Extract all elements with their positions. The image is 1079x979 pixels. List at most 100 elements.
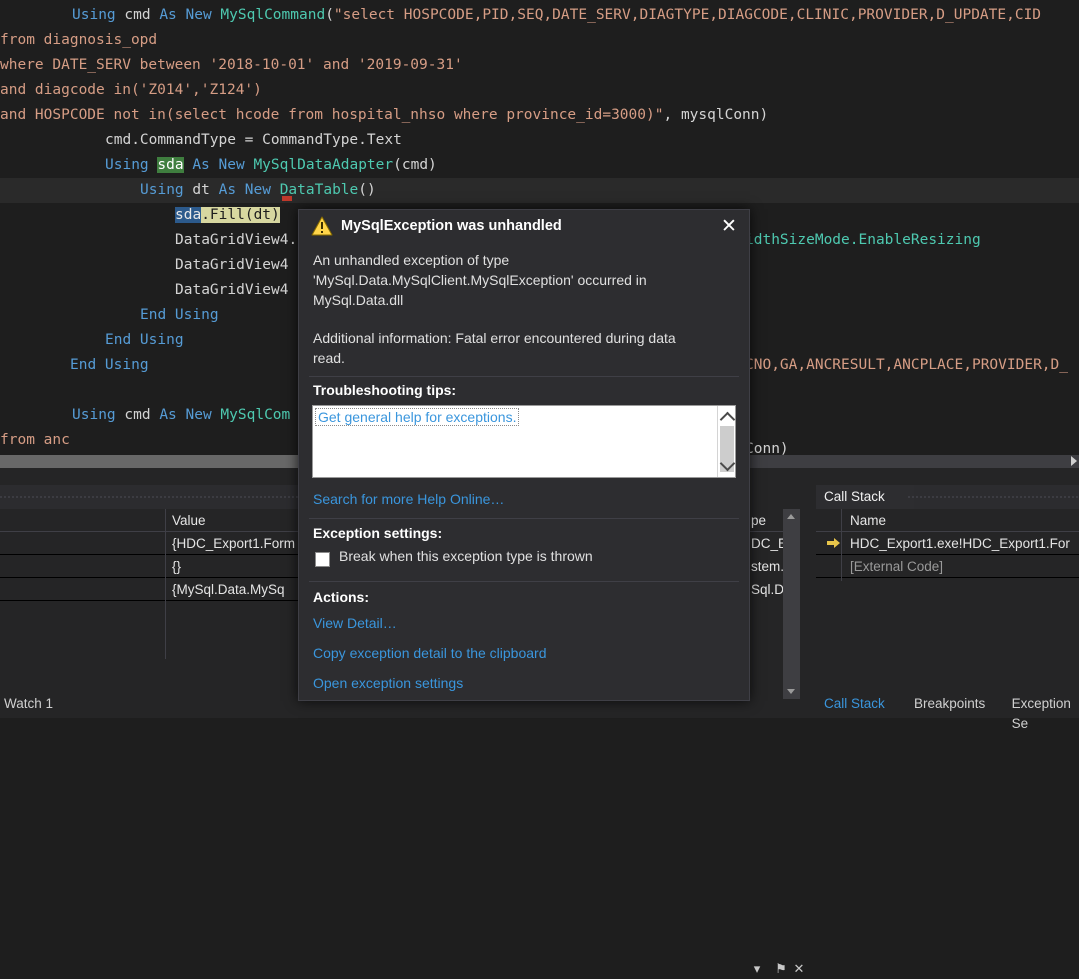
code-token: cmd [124,407,159,423]
code-token: "select HOSPCODE,PID,SEQ,DATE_SERV,DIAGT… [334,7,1041,23]
tab-watch-1[interactable]: Watch 1 [4,694,53,714]
exception-additional-line1: Additional information: Fatal error enco… [313,328,733,348]
code-token: ( [325,7,334,23]
watch-close-button[interactable]: ✕ [790,959,808,979]
callstack-grid[interactable]: Name HDC_Export1.exe!HDC_Export1.For[Ext… [816,509,1079,629]
code-token: where DATE_SERV between '2018-10-01' and… [0,57,463,73]
code-token: Using [140,182,192,198]
exception-settings-header: Exception settings: [313,525,442,541]
error-squiggle-icon [282,196,292,201]
code-token: and HOSPCODE not in(select hcode from ho… [0,107,663,123]
exception-dialog[interactable]: MySqlException was unhandled ✕ An unhand… [298,209,750,701]
code-token: and diagcode in('Z014','Z124') [0,82,262,98]
code-token: mysqlConn [681,107,760,123]
code-line: End Using [0,353,149,378]
code-line: Using sda As New MySqlDataAdapter(cmd) [0,153,437,178]
divider-above-settings [309,518,739,519]
exception-additional-line2: read. [313,348,733,368]
code-token: Using [105,157,157,173]
close-icon[interactable]: ✕ [717,214,741,238]
watch-row-type[interactable]: stem.D [745,555,783,578]
actions-header: Actions: [313,589,369,605]
callstack-col-divider[interactable] [841,509,842,581]
watch-col-name-header[interactable] [0,509,166,532]
callstack-caption: Call Stack [816,485,914,509]
break-on-exception-checkbox[interactable] [315,552,330,567]
watch-pin-button[interactable]: ⚑ [772,959,790,979]
callstack-row-name[interactable]: [External Code] [842,555,1079,578]
action-copy-exception-detail[interactable]: Copy exception detail to the clipboard [313,645,546,661]
code-token: () [358,182,375,198]
code-line: DataGridView4 [0,253,289,278]
code-token: End Using [70,357,149,373]
watch-row-value[interactable]: {HDC_Export1.Form [166,532,301,555]
code-token: (cmd) [393,157,437,173]
callstack-row-name[interactable]: HDC_Export1.exe!HDC_Export1.For [842,532,1079,555]
watch-dropdown-button[interactable]: ▾ [748,959,766,979]
exception-message-line2: 'MySql.Data.MySqlClient.MySqlException' … [313,270,733,290]
watch-row-name[interactable] [0,578,166,601]
watch-vertical-scrollbar[interactable] [783,509,800,699]
watch-row-name[interactable] [0,532,166,555]
callstack-caption-grip [908,485,1079,509]
code-line: Using cmd As New MySqlCommand("select HO… [0,3,1041,28]
tips-vertical-scrollbar[interactable] [717,406,735,477]
code-token: DataGridView4 [175,257,289,273]
action-view-detail[interactable]: View Detail… [313,615,397,631]
code-line: End Using [0,303,219,328]
watch-row-value[interactable]: {} [166,555,301,578]
search-help-online-link[interactable]: Search for more Help Online… [313,491,504,507]
chevron-up-icon[interactable] [787,514,795,519]
code-token: Using [72,7,124,23]
code-token: from diagnosis_opd [0,32,157,48]
watch-row-name[interactable] [0,555,166,578]
code-token: As New [159,407,220,423]
code-token: from anc [0,432,70,448]
chevron-right-icon[interactable] [1071,456,1077,466]
code-line: from diagnosis_opd [0,28,157,53]
troubleshooting-tips-header: Troubleshooting tips: [313,382,456,398]
tip-link-general-help[interactable]: Get general help for exceptions. [315,408,519,426]
chevron-up-icon[interactable] [720,412,736,428]
divider-above-tips [309,376,739,377]
code-token: , [663,107,680,123]
code-line: where DATE_SERV between '2018-10-01' and… [0,53,463,78]
watch-row-type[interactable]: DC_Exp [745,532,783,555]
code-token: Using [72,407,124,423]
code-token: As New [219,182,280,198]
code-line: End Using [0,328,184,353]
callstack-panel: Call Stack Name HDC_Export1.exe!HDC_Expo… [816,485,1079,718]
watch-col-divider[interactable] [165,509,166,659]
callstack-col-name-header[interactable]: Name [842,509,1079,532]
chevron-down-icon[interactable] [787,689,795,694]
troubleshooting-tips-listbox[interactable]: Get general help for exceptions. [312,405,736,478]
code-token: dt [192,182,218,198]
tab-call-stack[interactable]: Call Stack [824,694,885,714]
code-line: and HOSPCODE not in(select hcode from ho… [0,103,768,128]
action-open-exception-settings[interactable]: Open exception settings [313,675,463,691]
code-line: cmd.CommandType = CommandType.Text [0,128,402,153]
tab-breakpoints[interactable]: Breakpoints [914,694,985,714]
code-token: MySqlCommand [220,7,325,23]
exception-message-line1: An unhandled exception of type [313,250,733,270]
callstack-col-marker-header [816,509,842,532]
callstack-tabbar[interactable]: Call Stack Breakpoints Exception Se [816,694,1079,714]
code-token: sda [175,207,201,223]
code-token: End Using [105,332,184,348]
watch-col-value-header[interactable]: Value [166,509,301,532]
code-token: sda [157,157,183,173]
watch-tabbar[interactable]: Watch 1 [0,694,300,714]
code-token: MySqlDataAdapter [253,157,393,173]
divider-above-actions [309,581,739,582]
watch-row-value[interactable]: {MySql.Data.MySq [166,578,301,601]
code-token: .Fill(dt) [201,207,280,223]
callstack-row-marker [816,555,842,578]
code-token: As New [159,7,220,23]
watch-col-type-header-sliver[interactable]: pe [745,509,783,532]
tab-exception-se[interactable]: Exception Se [1012,694,1079,714]
code-line: from anc [0,428,70,453]
exception-dialog-titlebar: MySqlException was unhandled ✕ [299,210,749,242]
code-token: MySqlCom [220,407,290,423]
watch-row-type[interactable]: Sql.Da [745,578,783,601]
code-line: DataGridView4 [0,278,289,303]
